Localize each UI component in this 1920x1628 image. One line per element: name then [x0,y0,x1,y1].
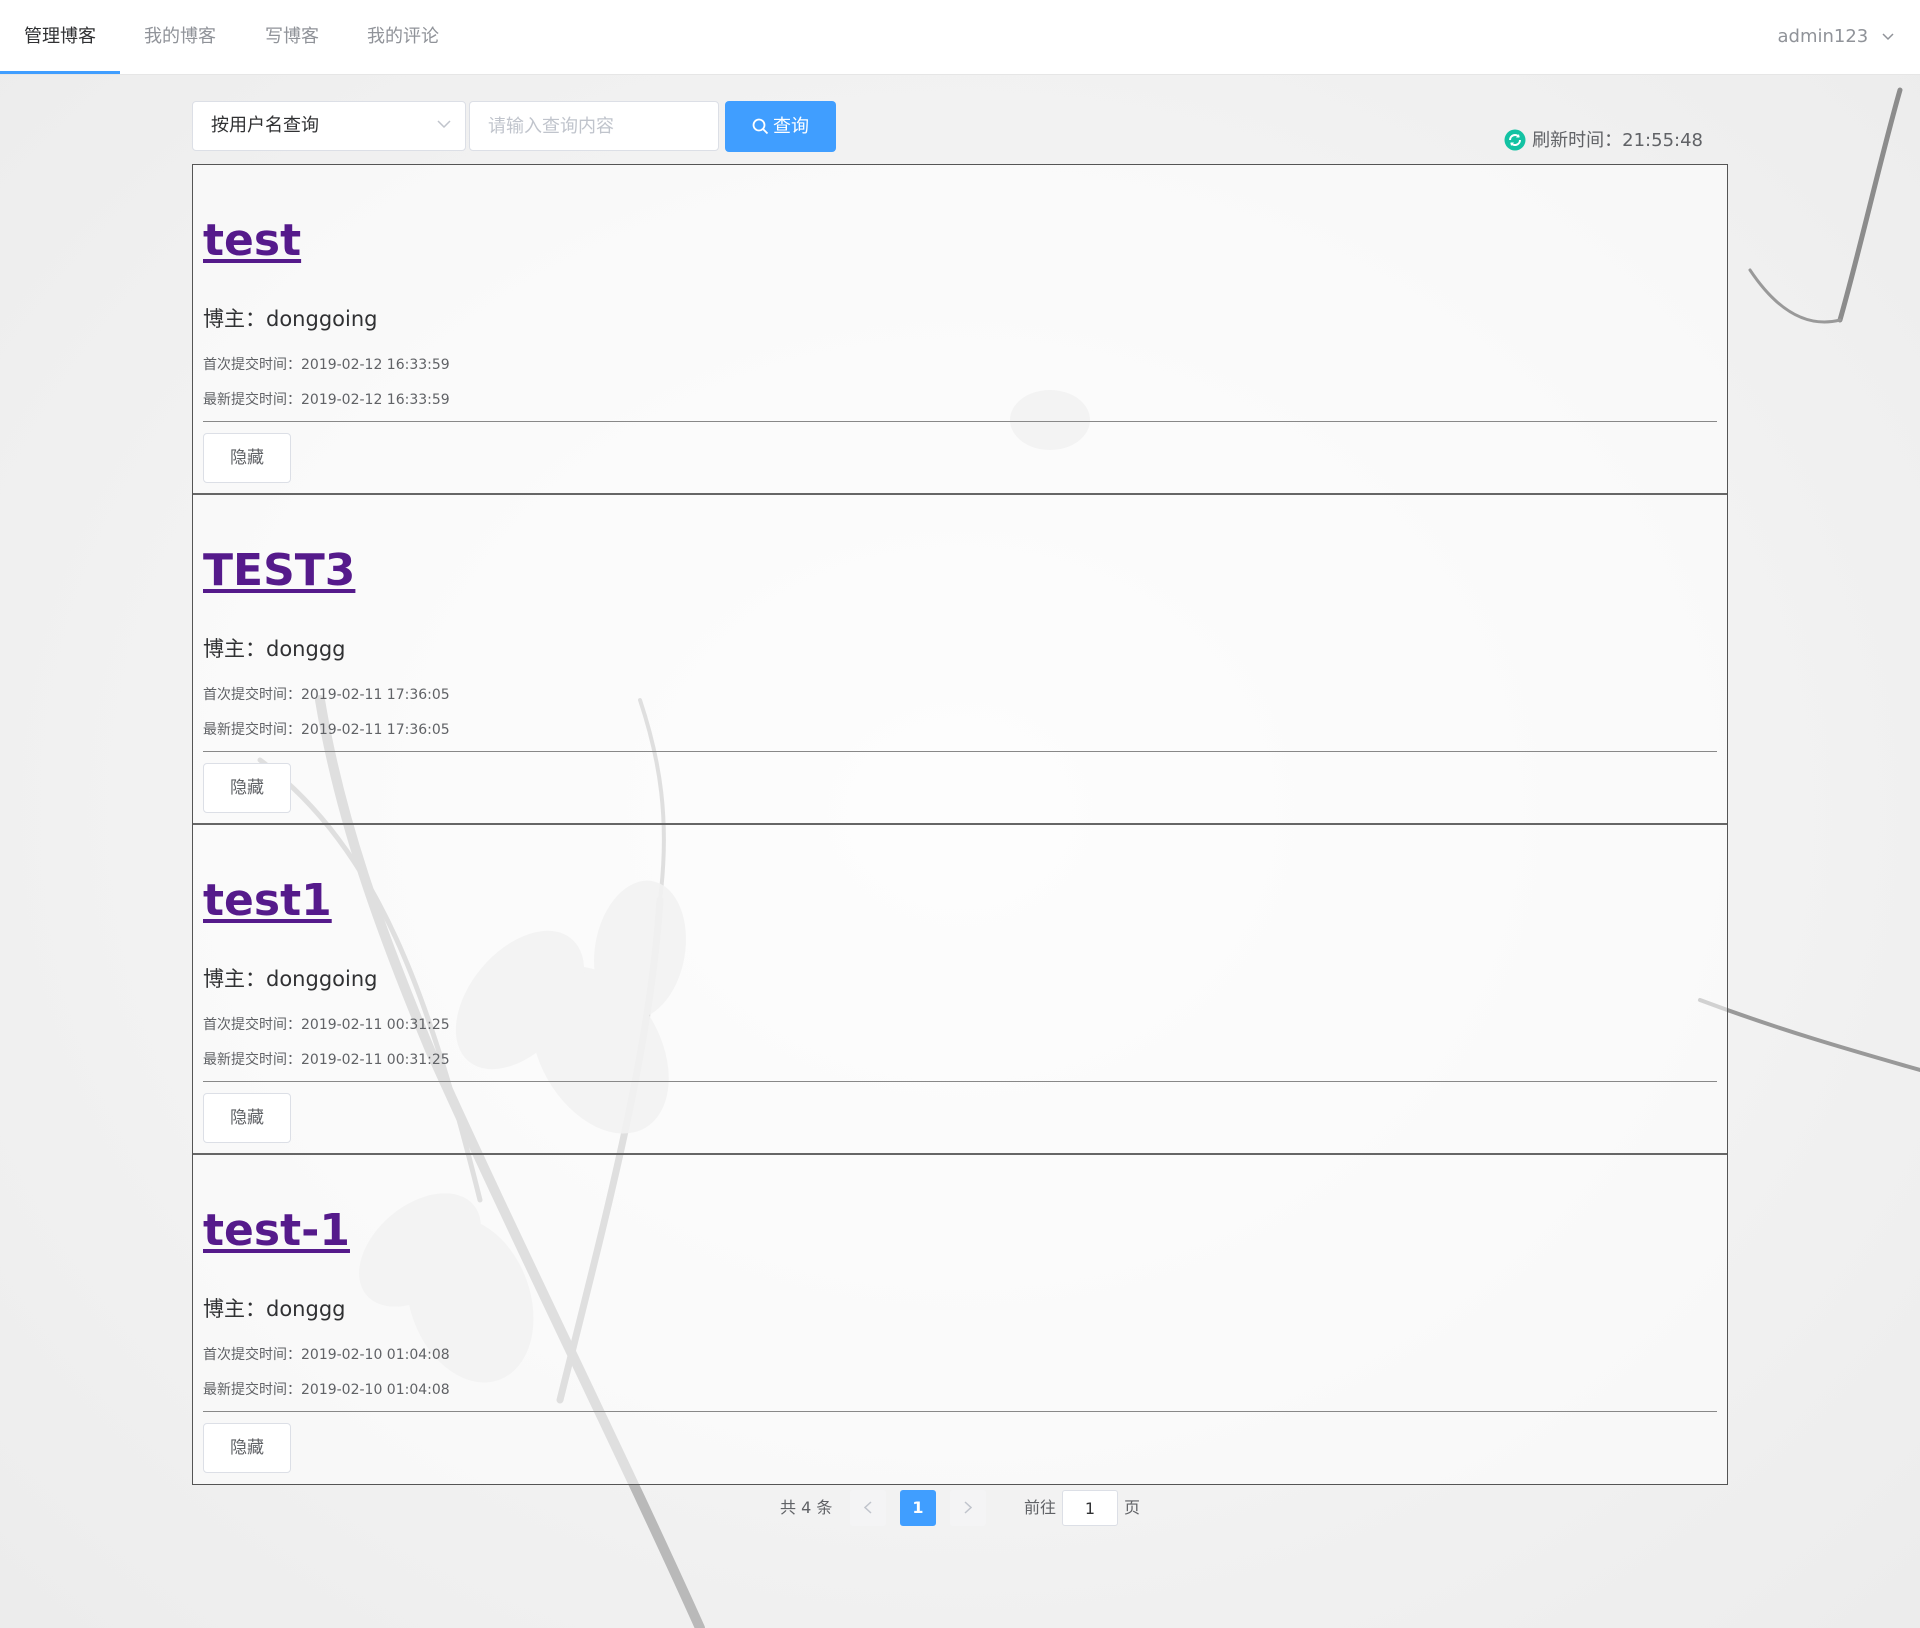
blog-author: 博主：donggg [203,1293,345,1323]
latest-submit-label: 最新提交时间： [203,1382,301,1398]
hide-button[interactable]: 隐藏 [203,763,291,813]
first-submit-label: 首次提交时间： [203,1017,301,1033]
refresh-time: 刷新时间：21:55:48 [1504,126,1703,152]
latest-submit-value: 2019-02-11 17:36:05 [301,722,450,738]
latest-submit-value: 2019-02-11 00:31:25 [301,1052,450,1068]
top-navbar: 管理博客 我的博客 写博客 我的评论 admin123 [0,0,1920,75]
blog-title-link[interactable]: TEST3 [203,545,355,596]
page-unit-label: 页 [1124,1498,1141,1517]
pagination-total: 共 4 条 [780,1498,833,1517]
blog-card: test-1 博主：donggg 首次提交时间：2019-02-10 01:04… [193,1155,1727,1484]
card-divider [203,751,1717,752]
latest-submit-label: 最新提交时间： [203,722,301,738]
author-label: 博主： [203,967,266,991]
search-button[interactable]: 查询 [725,101,836,152]
chevron-down-icon [437,120,451,129]
blog-title-link[interactable]: test1 [203,875,332,926]
author-label: 博主： [203,637,266,661]
refresh-label: 刷新时间： [1532,130,1623,151]
hide-button[interactable]: 隐藏 [203,1093,291,1143]
first-submit-time: 首次提交时间：2019-02-12 16:33:59 [203,354,450,374]
author-label: 博主： [203,307,266,331]
latest-submit-time: 最新提交时间：2019-02-12 16:33:59 [203,389,450,409]
tab-my-comments[interactable]: 我的评论 [344,0,462,74]
chevron-down-icon [1882,33,1894,41]
author-name: donggg [266,637,346,661]
hide-button[interactable]: 隐藏 [203,1423,291,1473]
tab-write-blog[interactable]: 写博客 [240,0,344,74]
first-submit-value: 2019-02-12 16:33:59 [301,357,450,373]
card-divider [203,1411,1717,1412]
latest-submit-label: 最新提交时间： [203,392,301,408]
card-divider [203,421,1717,422]
search-button-label: 查询 [773,116,809,137]
goto-label: 前往 [1024,1498,1057,1517]
search-input[interactable] [469,101,719,151]
author-name: donggg [266,1297,346,1321]
hide-button[interactable]: 隐藏 [203,433,291,483]
latest-submit-time: 最新提交时间：2019-02-11 17:36:05 [203,719,450,739]
prev-page-button[interactable] [850,1490,886,1526]
first-submit-value: 2019-02-11 00:31:25 [301,1017,450,1033]
username: admin123 [1777,26,1869,47]
blog-card: test1 博主：donggoing 首次提交时间：2019-02-11 00:… [193,825,1727,1155]
refresh-timestamp: 21:55:48 [1622,130,1703,151]
tab-manage-blogs[interactable]: 管理博客 [0,0,120,74]
chevron-left-icon [863,1501,872,1514]
search-type-value: 按用户名查询 [211,115,319,136]
chevron-right-icon [964,1501,973,1514]
blog-title-link[interactable]: test [203,215,301,266]
first-submit-time: 首次提交时间：2019-02-11 00:31:25 [203,1014,450,1034]
blog-card: test 博主：donggoing 首次提交时间：2019-02-12 16:3… [193,165,1727,495]
first-submit-value: 2019-02-10 01:04:08 [301,1347,450,1363]
card-divider [203,1081,1717,1082]
latest-submit-time: 最新提交时间：2019-02-10 01:04:08 [203,1379,450,1399]
blog-author: 博主：donggoing [203,303,377,333]
blog-title-link[interactable]: test-1 [203,1205,350,1256]
first-submit-time: 首次提交时间：2019-02-11 17:36:05 [203,684,450,704]
latest-submit-value: 2019-02-10 01:04:08 [301,1382,450,1398]
refresh-icon[interactable] [1504,129,1526,151]
author-name: donggoing [266,307,378,331]
first-submit-label: 首次提交时间： [203,1347,301,1363]
next-page-button[interactable] [950,1490,986,1526]
latest-submit-time: 最新提交时间：2019-02-11 00:31:25 [203,1049,450,1069]
search-icon [752,118,769,135]
first-submit-label: 首次提交时间： [203,357,301,373]
blog-author: 博主：donggg [203,633,345,663]
goto-page-input[interactable] [1062,1490,1118,1526]
user-dropdown[interactable]: admin123 [1778,0,1895,74]
search-type-select[interactable]: 按用户名查询 [192,101,466,151]
blog-card: TEST3 博主：donggg 首次提交时间：2019-02-11 17:36:… [193,495,1727,825]
first-submit-value: 2019-02-11 17:36:05 [301,687,450,703]
pagination: 共 4 条 1 前往 页 [0,1490,1920,1526]
author-label: 博主： [203,1297,266,1321]
latest-submit-value: 2019-02-12 16:33:59 [301,392,450,408]
blog-list: test 博主：donggoing 首次提交时间：2019-02-12 16:3… [192,164,1728,1485]
first-submit-label: 首次提交时间： [203,687,301,703]
blog-author: 博主：donggoing [203,963,377,993]
author-name: donggoing [266,967,378,991]
first-submit-time: 首次提交时间：2019-02-10 01:04:08 [203,1344,450,1364]
tab-my-blogs[interactable]: 我的博客 [120,0,240,74]
latest-submit-label: 最新提交时间： [203,1052,301,1068]
page-number-current[interactable]: 1 [900,1490,936,1526]
